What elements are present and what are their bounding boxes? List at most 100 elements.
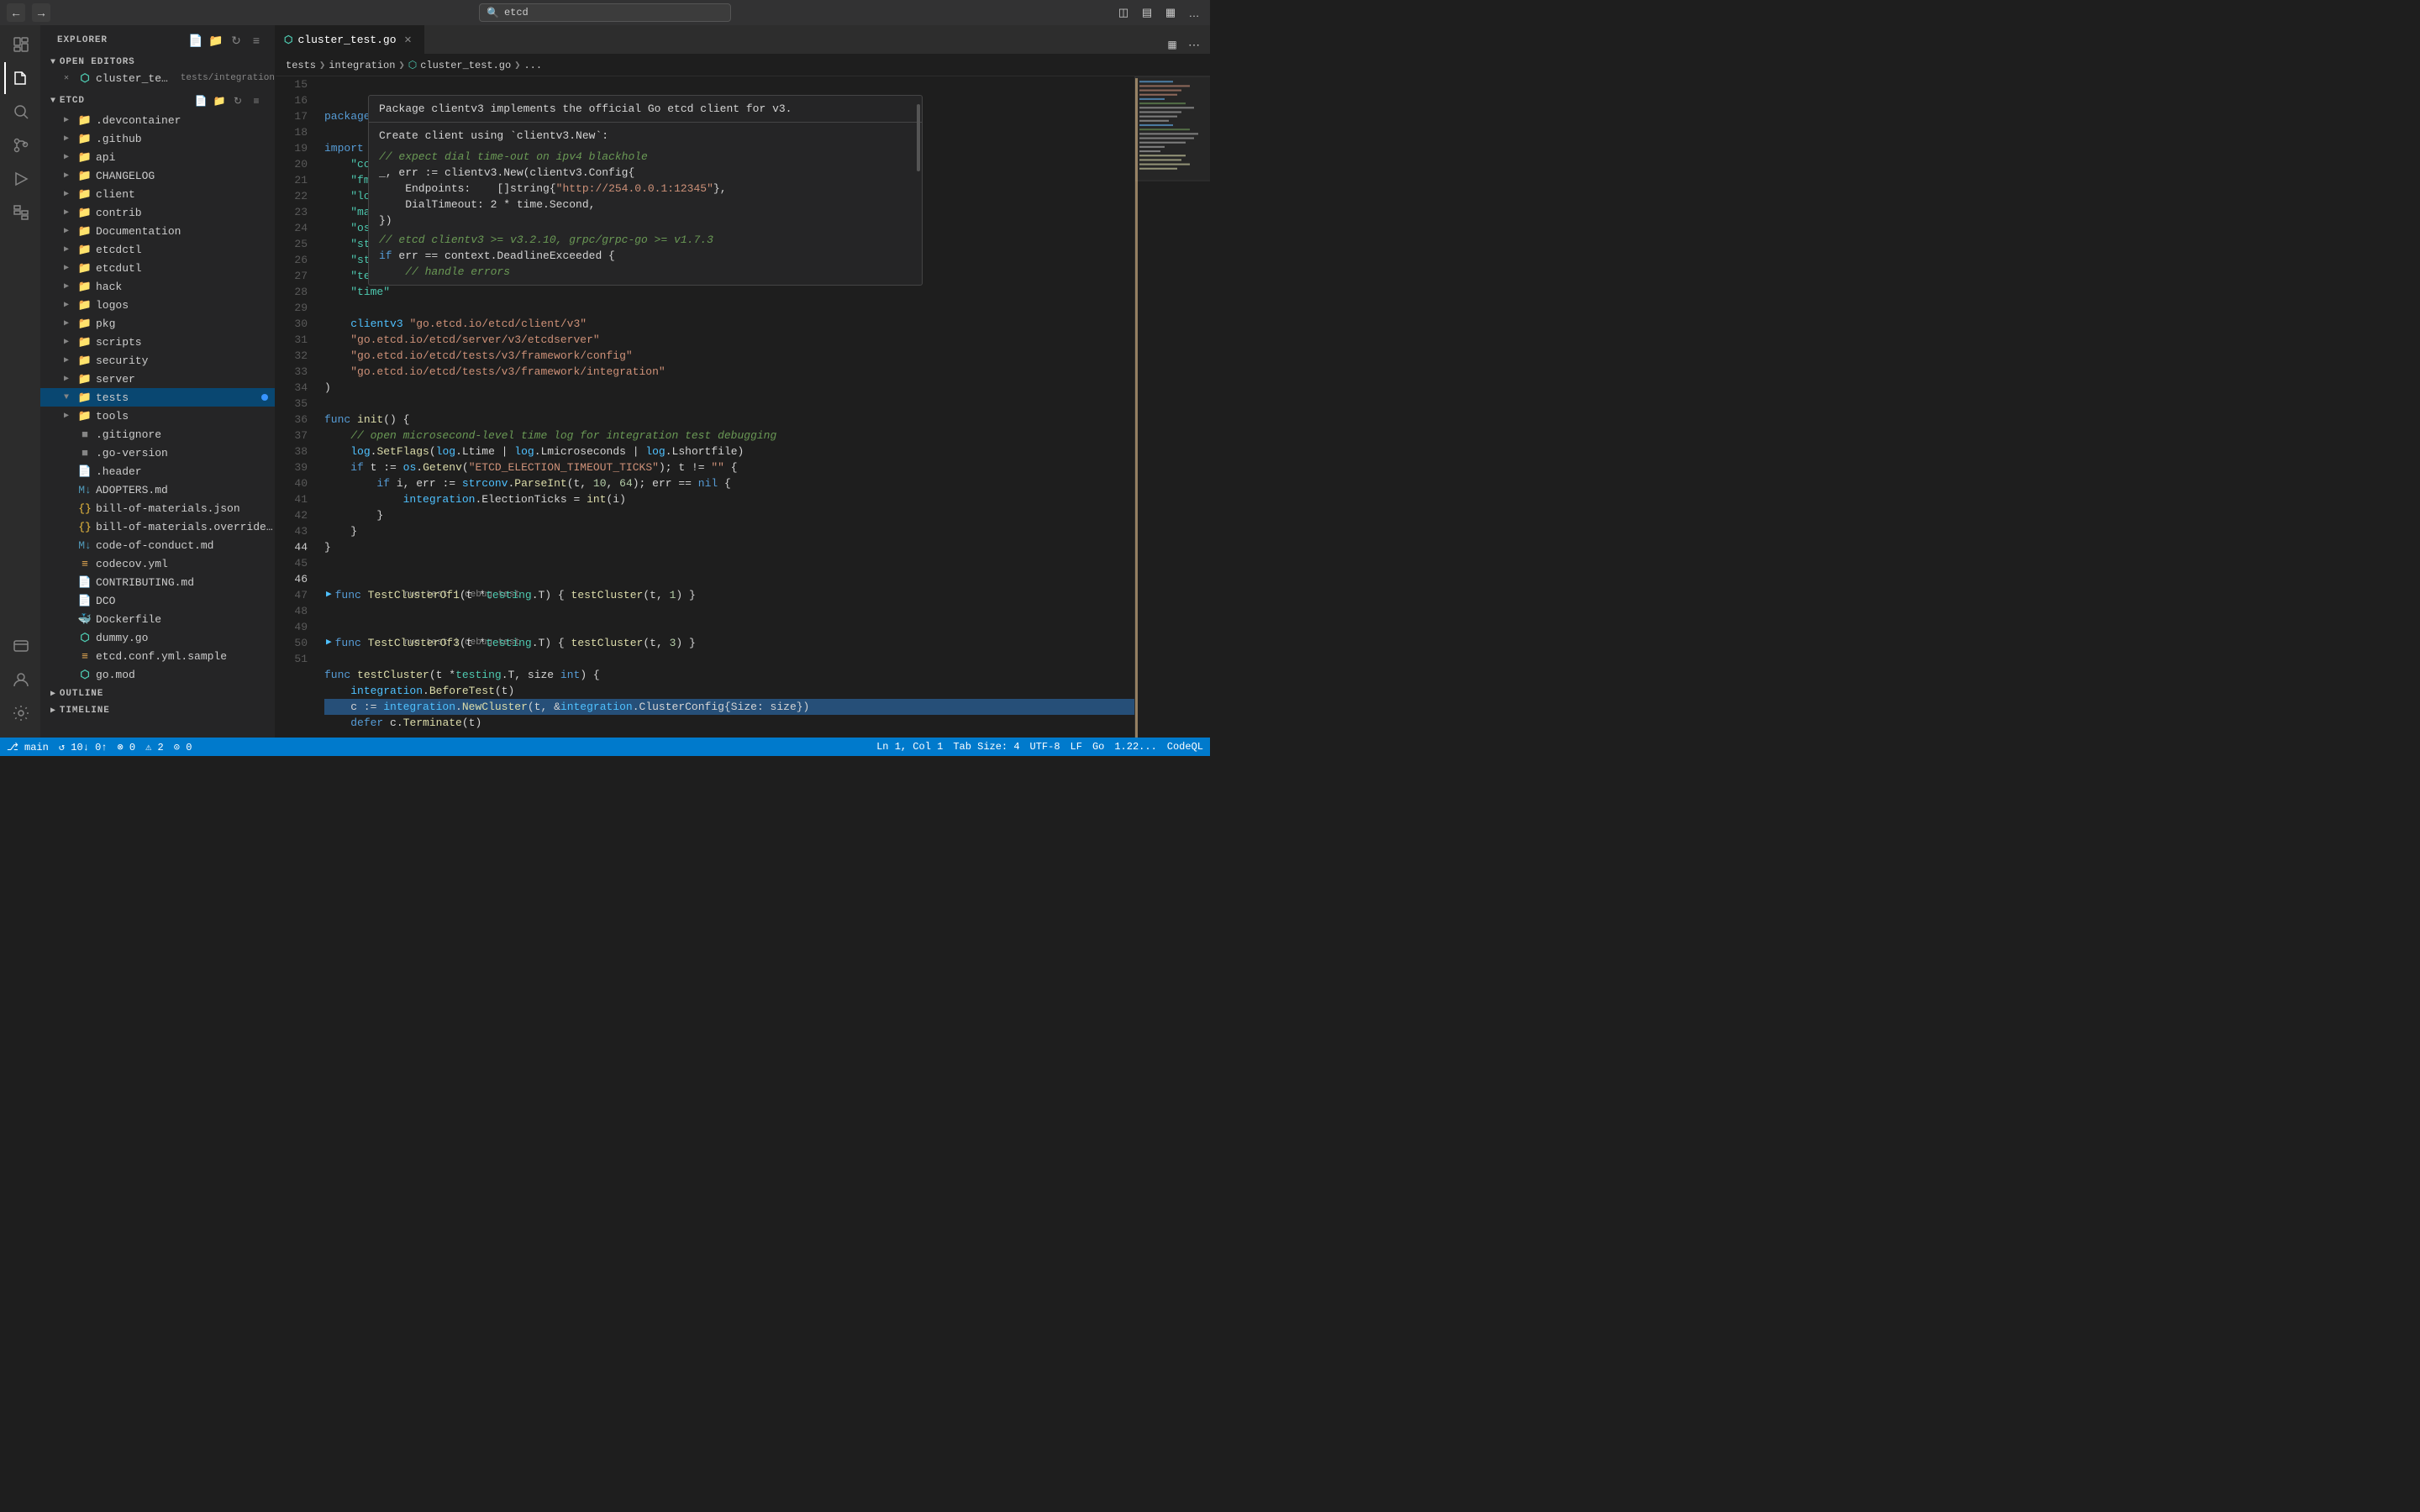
status-codeql[interactable]: CodeQL [1167,741,1203,753]
activity-bar [0,25,40,738]
tree-gitignore[interactable]: ■ .gitignore [40,425,275,444]
tree-dummy-go[interactable]: ⬡ dummy.go [40,628,275,647]
status-language[interactable]: Go [1092,741,1104,753]
timeline-section[interactable]: ▶ TIMELINE [40,701,275,717]
tree-adopters[interactable]: M↓ ADOPTERS.md [40,480,275,499]
activity-extensions[interactable] [4,197,36,228]
minimap[interactable] [1134,76,1210,738]
refresh-btn2[interactable]: ↻ [229,92,246,109]
tree-go-mod[interactable]: ⬡ go.mod [40,665,275,684]
more-actions[interactable]: ⋯ [1185,35,1203,54]
tree-tools[interactable]: ▶ 📁 tools [40,407,275,425]
activity-remote[interactable] [4,630,36,662]
tab-cluster-test[interactable]: ⬡ cluster_test.go ✕ [276,25,424,54]
minimap-svg [1135,76,1210,738]
etcd-label: ETCD [60,96,85,106]
refresh-button[interactable]: ↻ [228,32,245,49]
forward-button[interactable]: → [32,3,50,22]
status-sync[interactable]: ↺ 10↓ 0↑ [59,741,108,753]
tree-etcdctl[interactable]: ▶ 📁 etcdctl [40,240,275,259]
new-folder-button[interactable]: 📁 [208,32,224,49]
activity-run[interactable] [4,163,36,195]
tree-tests[interactable]: ▼ 📁 tests [40,388,275,407]
new-folder-btn2[interactable]: 📁 [211,92,228,109]
git-branch-icon: ⎇ [7,742,18,753]
breadcrumb-tests[interactable]: tests [286,60,316,71]
status-no-config[interactable]: ⊙ 0 [174,741,192,753]
tree-pkg[interactable]: ▶ 📁 pkg [40,314,275,333]
breadcrumb-file[interactable]: cluster_test.go [420,60,511,71]
open-editors-label: OPEN EDITORS [60,57,135,67]
search-bar[interactable]: 🔍 etcd [479,3,731,22]
more-button[interactable]: … [1185,3,1203,22]
tree-github[interactable]: ▶ 📁 .github [40,129,275,148]
panel-toggle-button[interactable]: ◫ [1114,3,1133,22]
run-test-label-46[interactable]: run test | debug test [324,619,1134,635]
split-editor-right[interactable]: ▦ [1163,35,1181,54]
activity-search[interactable] [4,96,36,128]
status-encoding[interactable]: UTF-8 [1030,741,1060,753]
split-editor-button[interactable]: ▦ [1161,3,1180,22]
tree-hack[interactable]: ▶ 📁 hack [40,277,275,296]
breadcrumb-integration[interactable]: integration [329,60,395,71]
tree-client[interactable]: ▶ 📁 client [40,185,275,203]
tree-devcontainer[interactable]: ▶ 📁 .devcontainer [40,111,275,129]
tree-etcd-conf[interactable]: ≡ etcd.conf.yml.sample [40,647,275,665]
tree-security[interactable]: ▶ 📁 security [40,351,275,370]
tree-scripts[interactable]: ▶ 📁 scripts [40,333,275,351]
open-editors-section[interactable]: ▼ OPEN EDITORS [40,52,275,69]
folder-icon: 📁 [77,150,92,165]
folder-icon: 📁 [77,371,92,386]
tree-bom[interactable]: {} bill-of-materials.json [40,499,275,517]
tree-dco[interactable]: 📄 DCO [40,591,275,610]
new-file-button[interactable]: 📄 [187,32,204,49]
code-editor: 15 16 17 18 19 20 21 22 23 24 25 26 27 2… [276,76,1210,738]
tree-changelog[interactable]: ▶ 📁 CHANGELOG [40,166,275,185]
status-position[interactable]: Ln 1, Col 1 [876,741,943,753]
status-tab-size[interactable]: Tab Size: 4 [953,741,1019,753]
tree-api[interactable]: ▶ 📁 api [40,148,275,166]
tree-contrib[interactable]: ▶ 📁 contrib [40,203,275,222]
breadcrumb-more[interactable]: ... [523,60,542,71]
tree-etcdutl[interactable]: ▶ 📁 etcdutl [40,259,275,277]
tree-contributing[interactable]: 📄 CONTRIBUTING.md [40,573,275,591]
activity-git[interactable] [4,129,36,161]
status-line-ending[interactable]: LF [1071,741,1082,753]
status-errors[interactable]: ⊗ 0 [117,741,135,753]
activity-account[interactable] [4,664,36,696]
breadcrumb-go-icon-inline: ⬡ [408,59,417,71]
etcd-section[interactable]: ▼ ETCD 📄 📁 ↻ ≡ [40,87,275,111]
sidebar: EXPLORER 📄 📁 ↻ ≡ ▼ OPEN EDITORS ✕ ⬡ clus… [40,25,276,738]
collapse-btn2[interactable]: ≡ [248,92,265,109]
new-file-btn2[interactable]: 📄 [192,92,209,109]
tree-server[interactable]: ▶ 📁 server [40,370,275,388]
folder-blue-icon: 📁 [77,205,92,220]
tree-codecov[interactable]: ≡ codecov.yml [40,554,275,573]
status-branch[interactable]: ⎇ main [7,741,49,753]
tree-logos[interactable]: ▶ 📁 logos [40,296,275,314]
tree-header[interactable]: 📄 .header [40,462,275,480]
tree-bom-override[interactable]: {} bill-of-materials.override.json [40,517,275,536]
activity-explorer[interactable] [4,29,36,60]
collapse-all-button[interactable]: ≡ [248,32,265,49]
tab-close-button[interactable]: ✕ [402,33,415,46]
status-go-version[interactable]: 1.22... [1114,741,1156,753]
activity-files[interactable] [4,62,36,94]
tree-documentation[interactable]: ▶ 📁 Documentation [40,222,275,240]
run-arrow-44[interactable]: ▶ [326,587,332,603]
back-button[interactable]: ← [7,3,25,22]
folder-icon: 📁 [77,353,92,368]
modified-badge [261,394,268,401]
run-arrow-46[interactable]: ▶ [326,635,332,651]
tree-dockerfile[interactable]: 🐳 Dockerfile [40,610,275,628]
outline-section[interactable]: ▶ OUTLINE [40,684,275,701]
tree-coc[interactable]: M↓ code-of-conduct.md [40,536,275,554]
editor-layout-button[interactable]: ▤ [1138,3,1156,22]
status-warnings[interactable]: ⚠ 2 [145,741,164,753]
tree-go-version[interactable]: ■ .go-version [40,444,275,462]
run-test-label-44[interactable]: run test | debug test [324,571,1134,587]
open-editor-cluster-test[interactable]: ✕ ⬡ cluster_test.go tests/integration [40,69,275,87]
breadcrumb: tests ❯ integration ❯ ⬡ cluster_test.go … [276,55,1210,76]
outline-chevron: ▶ [50,689,56,699]
activity-settings[interactable] [4,697,36,729]
